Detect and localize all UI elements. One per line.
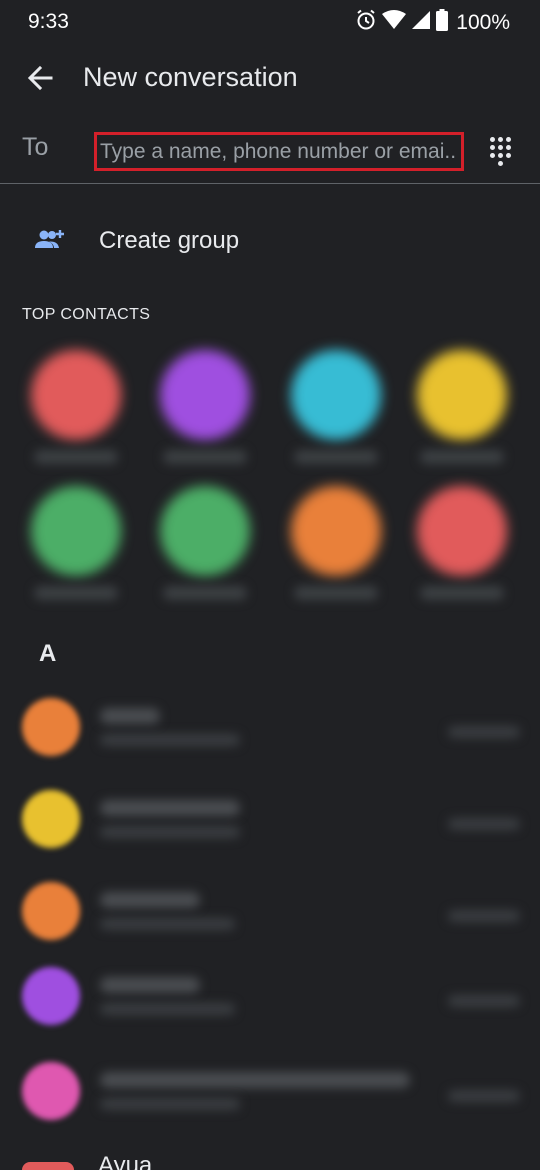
avatar xyxy=(31,486,121,576)
contact-name-blurred xyxy=(100,1072,410,1088)
contact-list-item[interactable] xyxy=(0,778,540,870)
recipient-row: To xyxy=(0,118,540,184)
contact-list-item[interactable] xyxy=(0,686,540,778)
create-group-button[interactable]: Create group xyxy=(0,210,540,272)
avatar xyxy=(291,486,381,576)
contact-name-blurred xyxy=(34,450,118,464)
avatar xyxy=(31,350,121,440)
back-button[interactable] xyxy=(20,60,60,100)
status-bar: 9:33 100% xyxy=(0,0,540,44)
contact-type-blurred xyxy=(448,818,520,830)
contact-type-blurred xyxy=(448,995,520,1007)
recipient-input[interactable] xyxy=(97,135,461,168)
section-letter: A xyxy=(39,640,57,667)
wifi-icon xyxy=(382,10,407,35)
recipient-input-highlight xyxy=(94,132,464,171)
battery-icon xyxy=(436,9,449,36)
avatar xyxy=(22,1162,74,1170)
to-label: To xyxy=(22,133,49,161)
avatar xyxy=(22,1062,80,1120)
contact-name-blurred xyxy=(420,450,504,464)
contact-name-blurred xyxy=(420,586,504,600)
create-group-label: Create group xyxy=(99,227,240,254)
contact-name-partial: Ayua xyxy=(98,1152,153,1170)
contact-name-blurred xyxy=(100,977,200,993)
arrow-back-icon xyxy=(27,65,53,96)
contact-name-blurred xyxy=(163,450,247,464)
dialpad-icon xyxy=(488,135,514,166)
avatar xyxy=(22,967,80,1025)
top-contact-7[interactable] xyxy=(276,486,396,616)
contact-list-item[interactable] xyxy=(0,870,540,962)
contact-number-blurred xyxy=(100,1003,235,1015)
page-title: New conversation xyxy=(83,62,298,92)
contact-name-blurred xyxy=(294,450,378,464)
contact-number-blurred xyxy=(100,918,235,930)
top-contact-4[interactable] xyxy=(402,350,522,480)
top-contact-2[interactable] xyxy=(145,350,265,480)
contact-name-blurred xyxy=(100,708,160,724)
avatar xyxy=(291,350,381,440)
group-add-icon xyxy=(34,228,66,257)
avatar xyxy=(22,790,80,848)
alarm-icon xyxy=(356,9,376,36)
contact-name-blurred xyxy=(163,586,247,600)
top-contacts-heading: TOP CONTACTS xyxy=(22,306,151,323)
signal-icon xyxy=(412,10,431,35)
top-contact-1[interactable] xyxy=(16,350,136,480)
contact-number-blurred xyxy=(100,1098,240,1110)
contact-type-blurred xyxy=(448,910,520,922)
top-contact-6[interactable] xyxy=(145,486,265,616)
contact-type-blurred xyxy=(448,726,520,738)
contact-list-item[interactable]: Ayua xyxy=(0,1136,540,1170)
contact-number-blurred xyxy=(100,826,240,838)
avatar xyxy=(417,486,507,576)
contact-list-item[interactable] xyxy=(0,955,540,1047)
avatar xyxy=(22,882,80,940)
avatar xyxy=(22,698,80,756)
contact-number-blurred xyxy=(100,734,240,746)
status-icons: 100% xyxy=(356,9,510,36)
contact-name-blurred xyxy=(100,800,240,816)
status-time: 9:33 xyxy=(28,10,69,33)
avatar xyxy=(417,350,507,440)
dialpad-button[interactable] xyxy=(488,135,514,166)
avatar xyxy=(160,350,250,440)
battery-percentage: 100% xyxy=(456,10,510,34)
contact-name-blurred xyxy=(294,586,378,600)
top-contact-8[interactable] xyxy=(402,486,522,616)
avatar xyxy=(160,486,250,576)
contact-list-item[interactable] xyxy=(0,1050,540,1142)
app-bar: New conversation xyxy=(0,44,540,114)
top-contact-5[interactable] xyxy=(16,486,136,616)
top-contact-3[interactable] xyxy=(276,350,396,480)
contact-name-blurred xyxy=(34,586,118,600)
contact-type-blurred xyxy=(448,1090,520,1102)
contact-name-blurred xyxy=(100,892,200,908)
